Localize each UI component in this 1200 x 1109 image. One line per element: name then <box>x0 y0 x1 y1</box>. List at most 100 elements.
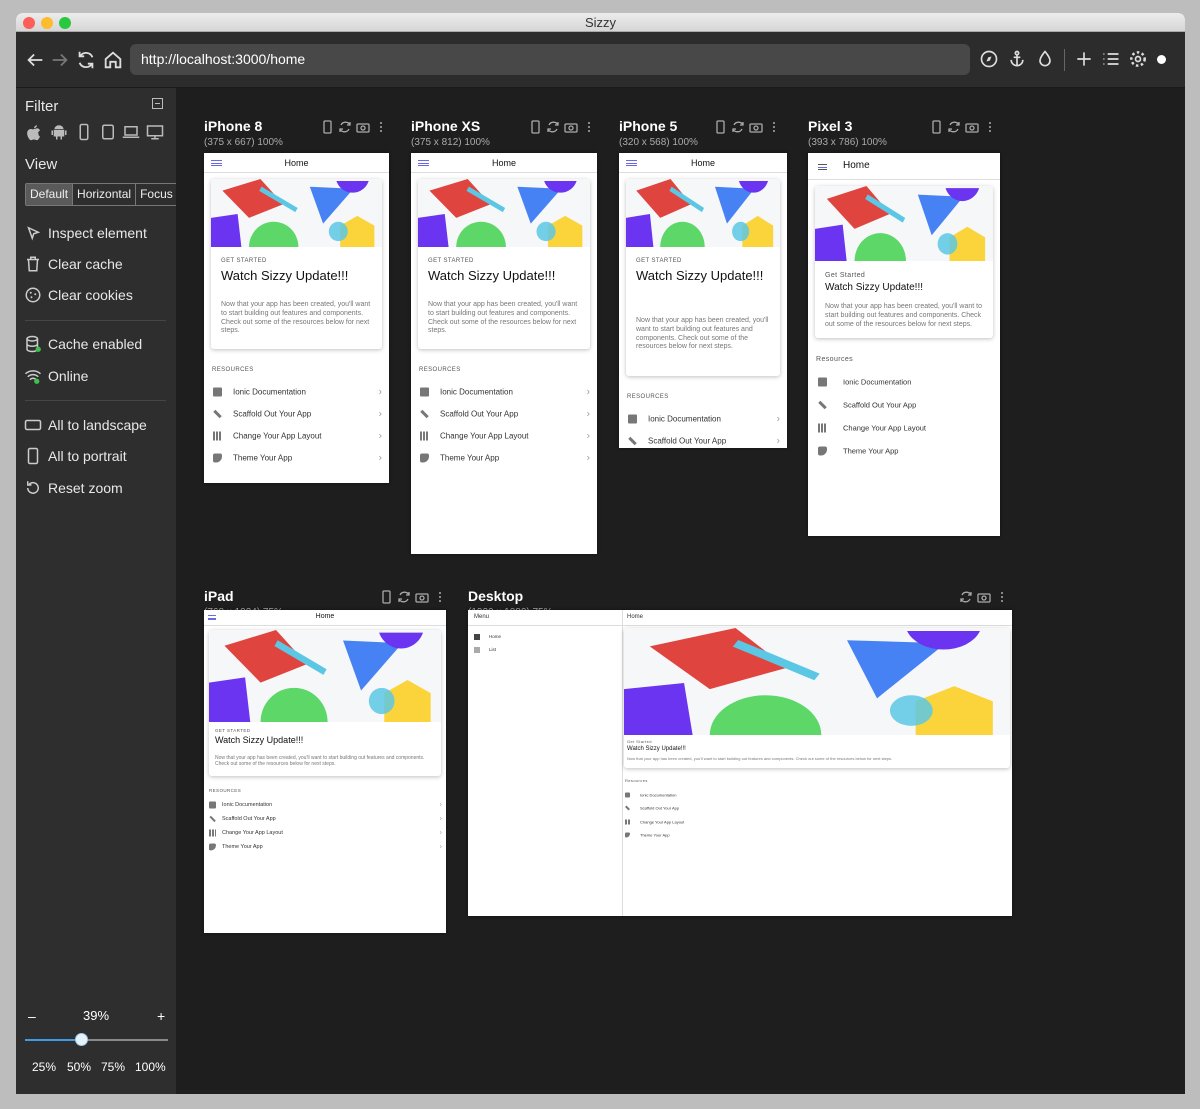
resource-item[interactable]: Change Your App Layout › <box>204 826 446 840</box>
reset-icon <box>27 481 39 494</box>
resource-item[interactable]: Ionic Documentation <box>623 788 1012 801</box>
camera-icon[interactable] <box>749 120 763 134</box>
collapse-icon[interactable] <box>152 98 163 109</box>
apple-icon[interactable] <box>25 123 43 141</box>
resource-item[interactable]: Change Your App Layout › <box>204 425 389 447</box>
compass-icon[interactable] <box>979 49 999 69</box>
zoom-slider-handle[interactable] <box>75 1033 88 1046</box>
device-toolbar <box>713 120 781 134</box>
menu-item-home[interactable]: Home <box>468 631 622 643</box>
more-vertical-icon[interactable] <box>995 590 1009 604</box>
card-body: Now that your app has been created, you'… <box>825 303 982 328</box>
app-header: Home <box>623 610 1012 626</box>
online-toggle[interactable]: Online <box>24 365 156 387</box>
menu-item-list[interactable]: List <box>468 644 622 656</box>
all-to-landscape-button[interactable]: All to landscape <box>24 414 156 436</box>
reload-icon[interactable] <box>75 49 97 71</box>
drop-icon[interactable] <box>1035 49 1055 69</box>
rotate-device-icon[interactable] <box>528 120 542 134</box>
zoom-slider[interactable] <box>25 1033 168 1046</box>
chevron-right-icon: › <box>378 430 382 442</box>
camera-icon[interactable] <box>415 590 429 604</box>
zoom-preset-75[interactable]: 75% <box>101 1060 125 1074</box>
tablet-icon[interactable] <box>99 123 117 141</box>
laptop-icon[interactable] <box>122 123 140 141</box>
resource-item[interactable]: Ionic Documentation › <box>204 798 446 812</box>
sync-icon[interactable] <box>397 590 411 604</box>
camera-icon[interactable] <box>356 120 370 134</box>
desktop-icon[interactable] <box>146 123 164 141</box>
resource-item[interactable]: Ionic Documentation › <box>619 408 787 430</box>
all-to-portrait-button[interactable]: All to portrait <box>24 445 156 467</box>
tab-focus[interactable]: Focus <box>136 184 177 205</box>
gear-icon[interactable] <box>1128 49 1148 69</box>
sync-icon[interactable] <box>959 590 973 604</box>
resource-item[interactable]: Theme Your App › <box>204 840 446 854</box>
zoom-in-button[interactable]: + <box>157 1008 165 1024</box>
more-vertical-icon[interactable] <box>983 120 997 134</box>
status-dot[interactable] <box>1157 55 1166 64</box>
clear-cookies-button[interactable]: Clear cookies <box>24 284 156 306</box>
phone-icon[interactable] <box>75 123 93 141</box>
sync-icon[interactable] <box>338 120 352 134</box>
more-vertical-icon[interactable] <box>582 120 596 134</box>
resource-item[interactable]: Change Your App Layout <box>623 815 1012 828</box>
resource-item[interactable]: Change Your App Layout › <box>411 425 597 447</box>
card-kicker: GET STARTED <box>215 728 251 733</box>
zoom-value: 39% <box>82 1008 110 1023</box>
rotate-device-icon[interactable] <box>320 120 334 134</box>
cache-toggle[interactable]: Cache enabled <box>24 333 156 355</box>
rotate-device-icon[interactable] <box>379 590 393 604</box>
hero-illustration <box>624 628 993 735</box>
forward-arrow-icon[interactable] <box>49 49 71 71</box>
resource-label: Ionic Documentation <box>222 802 273 808</box>
resource-item[interactable]: Ionic Documentation <box>808 370 1000 393</box>
camera-icon[interactable] <box>977 590 991 604</box>
resource-item[interactable]: Theme Your App <box>623 829 1012 842</box>
zoom-preset-100[interactable]: 100% <box>135 1060 166 1074</box>
blue-triangle-shape <box>847 640 946 699</box>
resource-item[interactable]: Theme Your App › <box>204 447 389 469</box>
blue-triangle-shape <box>343 640 403 691</box>
list-icon[interactable] <box>1101 49 1121 69</box>
resource-item[interactable]: Scaffold Out Your App <box>808 393 1000 416</box>
card-kicker: GET STARTED <box>221 258 267 264</box>
resource-item[interactable]: Ionic Documentation › <box>411 381 597 403</box>
sync-icon[interactable] <box>546 120 560 134</box>
resource-item[interactable]: Scaffold Out Your App › <box>204 403 389 425</box>
rotate-device-icon[interactable] <box>929 120 943 134</box>
more-vertical-icon[interactable] <box>374 120 388 134</box>
camera-icon[interactable] <box>965 120 979 134</box>
resource-item[interactable]: Change Your App Layout <box>808 416 1000 439</box>
sync-icon[interactable] <box>947 120 961 134</box>
resource-item[interactable]: Scaffold Out Your App › <box>619 430 787 448</box>
zoom-preset-50[interactable]: 50% <box>67 1060 91 1074</box>
resource-item[interactable]: Scaffold Out Your App <box>623 802 1012 815</box>
resource-item[interactable]: Scaffold Out Your App › <box>411 403 597 425</box>
camera-icon[interactable] <box>564 120 578 134</box>
sync-icon[interactable] <box>731 120 745 134</box>
clear-cache-button[interactable]: Clear cache <box>24 253 156 275</box>
inspect-element-button[interactable]: Inspect element <box>24 222 156 244</box>
paint-bucket-icon <box>818 446 827 455</box>
resource-item[interactable]: Ionic Documentation › <box>204 381 389 403</box>
back-arrow-icon[interactable] <box>24 49 46 71</box>
add-device-icon[interactable] <box>1074 49 1094 69</box>
android-icon[interactable] <box>50 123 68 141</box>
resource-item[interactable]: Theme Your App › <box>411 447 597 469</box>
rotate-device-icon[interactable] <box>713 120 727 134</box>
hero-illustration <box>418 179 583 247</box>
tab-horizontal[interactable]: Horizontal <box>73 184 137 205</box>
menu-icon[interactable] <box>818 164 827 170</box>
tab-default[interactable]: Default <box>26 184 74 205</box>
more-vertical-icon[interactable] <box>767 120 781 134</box>
device-size: (393 x 786) 100% <box>808 137 887 148</box>
anchor-icon[interactable] <box>1007 49 1027 69</box>
zoom-preset-25[interactable]: 25% <box>32 1060 56 1074</box>
resource-item[interactable]: Theme Your App <box>808 439 1000 462</box>
resource-item[interactable]: Scaffold Out Your App › <box>204 812 446 826</box>
reset-zoom-button[interactable]: Reset zoom <box>24 477 156 499</box>
url-input[interactable]: http://localhost:3000/home <box>130 44 970 75</box>
home-icon[interactable] <box>102 49 124 71</box>
more-vertical-icon[interactable] <box>433 590 447 604</box>
